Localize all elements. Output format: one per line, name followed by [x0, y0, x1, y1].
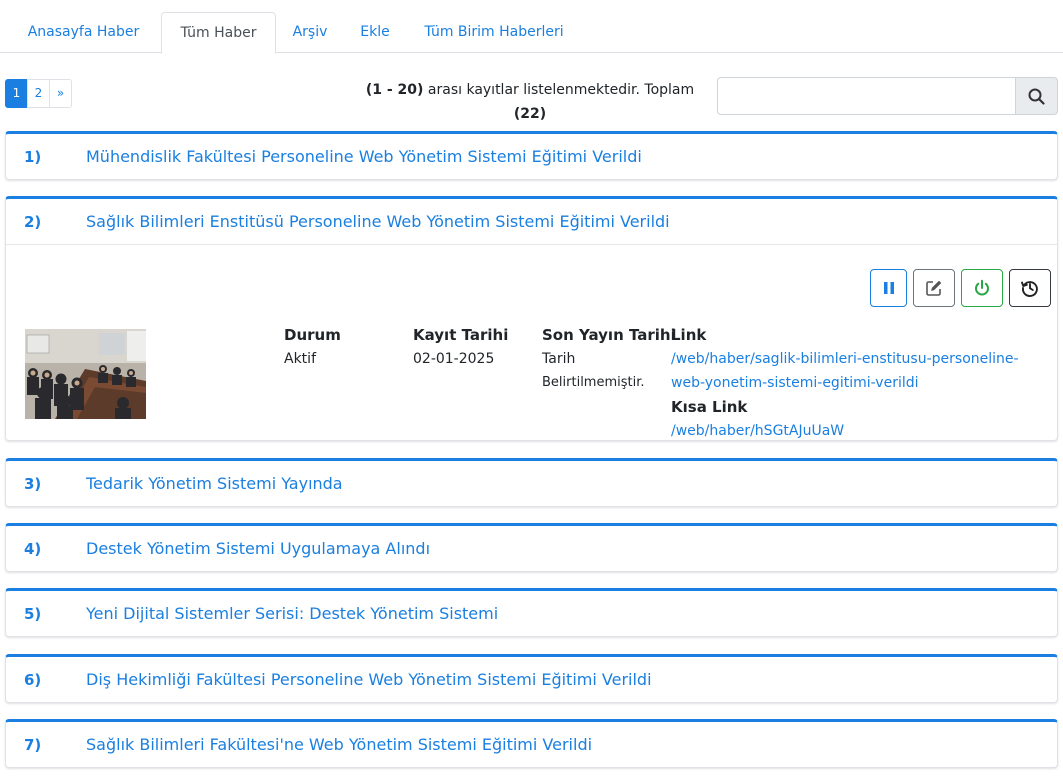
tab-arsiv[interactable]: Arşiv	[280, 12, 340, 53]
news-item-header[interactable]: 1) Mühendislik Fakültesi Personeline Web…	[6, 134, 1057, 179]
news-link-continued[interactable]: web-yonetim-sistemi-egitimi-verildi	[671, 371, 1019, 395]
record-count-info: (1 - 20) arası kayıtlar listelenmektedir…	[360, 78, 700, 126]
pause-button[interactable]	[870, 269, 907, 307]
news-item-expanded: 2) Sağlık Bilimleri Enstitüsü Personelin…	[5, 196, 1058, 441]
news-item-title[interactable]: Destek Yönetim Sistemi Uygulamaya Alındı	[86, 539, 430, 558]
history-button[interactable]	[1009, 269, 1051, 307]
record-range: (1 - 20)	[365, 82, 424, 98]
news-item-header[interactable]: 7) Sağlık Bilimleri Fakültesi'ne Web Yön…	[6, 722, 1057, 767]
news-item-header[interactable]: 2) Sağlık Bilimleri Enstitüsü Personelin…	[6, 199, 1057, 244]
action-buttons	[870, 269, 1051, 307]
news-item-title[interactable]: Sağlık Bilimleri Enstitüsü Personeline W…	[86, 212, 670, 231]
edit-icon	[926, 280, 942, 296]
news-item-number: 6)	[24, 670, 42, 689]
publish-date-column: Son Yayın Tarihi Tarih Belirtilmemiştir.	[542, 323, 676, 395]
search-icon	[1028, 88, 1045, 105]
next-page-button[interactable]: »	[49, 79, 72, 108]
status-label: Durum	[284, 326, 341, 344]
tab-anasayfa-haber[interactable]: Anasayfa Haber	[11, 12, 156, 53]
news-item-number: 3)	[24, 474, 42, 493]
link-label: Link	[671, 326, 707, 344]
news-item: 4) Destek Yönetim Sistemi Uygulamaya Alı…	[5, 523, 1058, 572]
search-box	[717, 77, 1058, 115]
news-item-title[interactable]: Sağlık Bilimleri Fakültesi'ne Web Yöneti…	[86, 735, 592, 754]
link-column: Link /web/haber/saglik-bilimleri-enstitu…	[671, 323, 1019, 443]
news-item-number: 2)	[24, 212, 42, 231]
search-button[interactable]	[1016, 77, 1058, 115]
news-item-header[interactable]: 4) Destek Yönetim Sistemi Uygulamaya Alı…	[6, 526, 1057, 571]
short-link[interactable]: /web/haber/hSGtAJuUaW	[671, 419, 1019, 443]
record-text: arası kayıtlar listelenmektedir. Toplam	[427, 82, 695, 98]
record-date-column: Kayıt Tarihi 02-01-2025	[413, 323, 508, 371]
page-2-button[interactable]: 2	[27, 79, 50, 108]
news-item-title[interactable]: Yeni Dijital Sistemler Serisi: Destek Yö…	[86, 604, 498, 623]
news-item-header[interactable]: 5) Yeni Dijital Sistemler Serisi: Destek…	[6, 591, 1057, 636]
news-thumbnail	[25, 329, 146, 419]
power-icon	[975, 279, 989, 296]
news-item: 3) Tedarik Yönetim Sistemi Yayında	[5, 458, 1058, 507]
power-button[interactable]	[961, 269, 1003, 307]
tab-tum-birim-haberleri[interactable]: Tüm Birim Haberleri	[410, 12, 578, 53]
news-item-title[interactable]: Tedarik Yönetim Sistemi Yayında	[86, 474, 343, 493]
short-link-label: Kısa Link	[671, 398, 748, 416]
news-item-number: 4)	[24, 539, 42, 558]
news-item-header[interactable]: 6) Diş Hekimliği Fakültesi Personeline W…	[6, 657, 1057, 702]
news-item-number: 7)	[24, 735, 42, 754]
record-date-label: Kayıt Tarihi	[413, 326, 509, 344]
news-item-header[interactable]: 3) Tedarik Yönetim Sistemi Yayında	[6, 461, 1057, 506]
pagination: 1 2 »	[5, 79, 72, 108]
news-link[interactable]: /web/haber/saglik-bilimleri-enstitusu-pe…	[671, 347, 1019, 371]
edit-button[interactable]	[913, 269, 955, 307]
news-item: 5) Yeni Dijital Sistemler Serisi: Destek…	[5, 588, 1058, 637]
news-item-number: 1)	[24, 147, 42, 166]
status-value: Aktif	[284, 351, 316, 367]
news-item-title[interactable]: Diş Hekimliği Fakültesi Personeline Web …	[86, 670, 652, 689]
status-column: Durum Aktif	[284, 323, 341, 371]
record-total: (22)	[513, 106, 547, 122]
tab-ekle[interactable]: Ekle	[346, 12, 404, 53]
search-input[interactable]	[717, 77, 1016, 115]
news-item: 7) Sağlık Bilimleri Fakültesi'ne Web Yön…	[5, 719, 1058, 768]
publish-date-value-line2: Belirtilmemiştir.	[542, 375, 645, 390]
history-icon	[1021, 281, 1038, 297]
pause-icon	[883, 282, 894, 294]
tab-bar: Anasayfa Haber Tüm Haber Arşiv Ekle Tüm …	[0, 0, 1063, 54]
publish-date-value-line1: Tarih	[542, 351, 576, 367]
publish-date-label: Son Yayın Tarihi	[542, 326, 676, 344]
news-item-number: 5)	[24, 604, 42, 623]
news-item-title[interactable]: Mühendislik Fakültesi Personeline Web Yö…	[86, 147, 642, 166]
page-1-button[interactable]: 1	[5, 79, 28, 108]
news-item: 6) Diş Hekimliği Fakültesi Personeline W…	[5, 654, 1058, 703]
news-item-detail: Durum Aktif Kayıt Tarihi 02-01-2025 Son …	[6, 244, 1057, 440]
news-item: 1) Mühendislik Fakültesi Personeline Web…	[5, 131, 1058, 180]
record-date-value: 02-01-2025	[413, 351, 495, 367]
tab-tum-haber[interactable]: Tüm Haber	[161, 12, 276, 54]
